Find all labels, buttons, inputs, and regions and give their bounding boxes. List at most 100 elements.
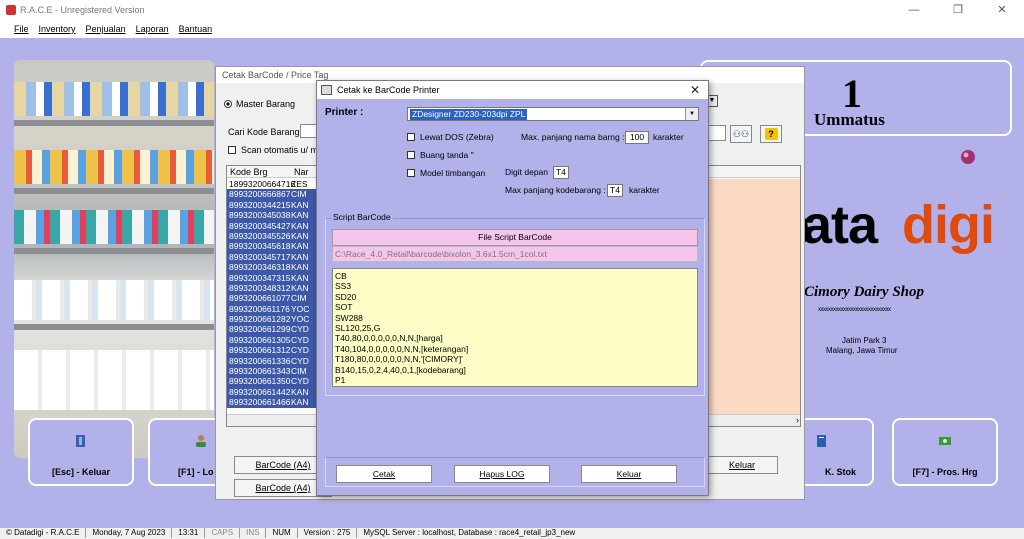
script-barcode-group: Script BarCode File Script BarCode C:\Ra… bbox=[325, 212, 705, 396]
table-row[interactable]: 8993200666867 CIM bbox=[227, 189, 327, 200]
f7-proses-harga-button[interactable]: [F7] - Pros. Hrg bbox=[892, 418, 998, 486]
table-row[interactable]: 8993200345526 KAN bbox=[227, 230, 327, 242]
table-row[interactable]: 8993200661077 CIM bbox=[227, 293, 327, 304]
table-row[interactable]: 8993200661305 CYD bbox=[227, 334, 327, 346]
script-line: T180,80,0,0,0,0,0,N,N,'[CIMORY]' bbox=[335, 354, 463, 365]
table-row[interactable]: 18993200664716 ZES bbox=[227, 179, 327, 190]
scan-otomatis-checkbox[interactable]: Scan otomatis u/ mas bbox=[228, 145, 328, 155]
table-row[interactable]: 8993200661343 CIM bbox=[227, 366, 327, 377]
pin-icon bbox=[961, 150, 975, 164]
max-nama-unit: karakter bbox=[653, 132, 684, 142]
table-row[interactable]: 8993200661299 CYD bbox=[227, 324, 327, 335]
row-nama: KAN bbox=[291, 272, 309, 283]
row-kode: 8993200345038 bbox=[229, 210, 291, 221]
cetak-button[interactable]: Cetak bbox=[336, 465, 432, 483]
table-row[interactable]: 8993200348312 KAN bbox=[227, 282, 327, 294]
table-row[interactable]: 8993200661176 YOC bbox=[227, 303, 327, 315]
datadigi-logo: ata digi bbox=[780, 188, 1016, 266]
row-kode: 8993200661176 bbox=[229, 303, 290, 314]
shop-tagline: xxxxxxxxxxxxxxxxxxxxxxxxxxxxx bbox=[818, 307, 891, 313]
row-kode: 8993200661442 bbox=[229, 386, 291, 397]
table-row[interactable]: 8993200661336 CYD bbox=[227, 355, 327, 367]
menu-bantuan[interactable]: Bantuan bbox=[179, 24, 213, 34]
row-kode: 8993200666867 bbox=[229, 189, 291, 200]
max-kode-input[interactable]: T4 bbox=[607, 184, 623, 197]
row-nama: KAN bbox=[291, 220, 309, 231]
row-kode: 8993200661350 bbox=[229, 376, 291, 387]
row-nama: YOC bbox=[291, 314, 310, 325]
list-rows: 18993200664716 ZES 8993200666867 CIM 8993200… bbox=[227, 179, 327, 408]
table-row[interactable]: 8993200661282 YOC bbox=[227, 314, 327, 325]
exit-door-icon bbox=[76, 435, 85, 447]
menu-penjualan[interactable]: Penjualan bbox=[86, 24, 126, 34]
row-nama: KAN bbox=[291, 230, 309, 241]
script-line: T40,104,0,0,0,0,0,N,N,[keterangan] bbox=[335, 343, 469, 354]
table-row[interactable]: 8993200345717 KAN bbox=[227, 251, 327, 263]
row-nama: ZES bbox=[291, 179, 308, 189]
table-row[interactable]: 8993200661350 CYD bbox=[227, 376, 327, 387]
menu-file[interactable]: File bbox=[14, 24, 29, 34]
table-row[interactable]: 8993200347315 KAN bbox=[227, 272, 327, 283]
minimize-button[interactable]: — bbox=[892, 0, 936, 20]
status-bar: © Datadigi - R.A.C.E Monday, 7 Aug 2023 13… bbox=[0, 528, 1024, 539]
dialog-close-icon[interactable]: ✕ bbox=[690, 83, 700, 97]
table-row[interactable]: 8993200345038 KAN bbox=[227, 210, 327, 221]
row-nama: KAN bbox=[291, 397, 309, 408]
col-kode-header[interactable]: Kode Brg bbox=[227, 166, 291, 177]
max-kode-unit: karakter bbox=[629, 185, 660, 195]
printer-select[interactable]: ZDesigner ZD230-203dpi ZPL ▼ bbox=[407, 107, 699, 121]
table-row[interactable]: 8993200345427 KAN bbox=[227, 220, 327, 231]
row-kode: 8993200344215 bbox=[229, 199, 291, 210]
book-icon bbox=[817, 435, 826, 447]
hapus-log-button[interactable]: Hapus LOG bbox=[454, 465, 550, 483]
address-line-2: Malang, Jawa Timur bbox=[826, 346, 898, 355]
close-button[interactable]: ✕ bbox=[980, 0, 1024, 20]
shelf-photo bbox=[14, 60, 214, 458]
row-kode: 8993200661466 bbox=[229, 397, 291, 408]
cari-kode-label: Cari Kode Barang : bbox=[228, 127, 305, 137]
script-textarea[interactable]: CB SS3 SD20 SOT SW288 SL120,25,G T40,80,0,0,0,… bbox=[332, 268, 698, 387]
menu-inventory[interactable]: Inventory bbox=[39, 24, 76, 34]
table-row[interactable]: 8993200661312 CYD bbox=[227, 345, 327, 356]
esc-keluar-button[interactable]: [Esc] - Keluar bbox=[28, 418, 134, 486]
row-nama: CYD bbox=[291, 324, 309, 335]
row-nama: KAN bbox=[291, 210, 309, 221]
master-barang-radio[interactable]: Master Barang bbox=[224, 99, 295, 109]
help-button[interactable]: ? bbox=[760, 125, 782, 143]
binoculars-search-button[interactable]: ⚇⚇ bbox=[730, 125, 752, 143]
status-item: Monday, 7 Aug 2023 bbox=[85, 528, 171, 538]
script-line: SS3 bbox=[335, 281, 352, 292]
lewat-dos-checkbox[interactable]: Lewat DOS (Zebra) bbox=[407, 132, 494, 142]
user-icon bbox=[196, 435, 206, 447]
table-row[interactable]: 8993200344215 KAN bbox=[227, 199, 327, 211]
table-row[interactable]: 8993200661442 KAN bbox=[227, 386, 327, 398]
table-row[interactable]: 8993200661466 KAN bbox=[227, 397, 327, 408]
status-item: NUM bbox=[265, 528, 296, 538]
digit-depan-input[interactable]: T4 bbox=[553, 166, 569, 179]
status-item: INS bbox=[239, 528, 265, 538]
chevron-down-icon[interactable]: ▼ bbox=[685, 108, 698, 120]
scroll-right-icon[interactable]: › bbox=[796, 415, 799, 426]
row-kode: 8993200661077 bbox=[229, 293, 291, 304]
buang-tanda-checkbox[interactable]: Buang tanda " bbox=[407, 150, 474, 160]
menu-laporan[interactable]: Laporan bbox=[136, 24, 169, 34]
row-nama: CYD bbox=[291, 376, 309, 387]
address-line-1: Jatim Park 3 bbox=[842, 336, 887, 345]
table-row[interactable]: 8993200345618 KAN bbox=[227, 241, 327, 252]
title-bar: R.A.C.E - Unregistered Version — ❐ ✕ bbox=[0, 0, 1024, 20]
restore-button[interactable]: ❐ bbox=[936, 0, 980, 20]
file-script-button[interactable]: File Script BarCode bbox=[332, 229, 698, 246]
dialog-button-bar: Cetak Hapus LOG Keluar bbox=[325, 457, 705, 487]
keluar-window-button[interactable]: Keluar bbox=[706, 456, 778, 474]
row-kode: 8993200345427 bbox=[229, 220, 291, 231]
table-row[interactable]: 8993200346318 KAN bbox=[227, 262, 327, 273]
max-nama-input[interactable]: 100 bbox=[625, 131, 649, 144]
row-nama: KAN bbox=[291, 251, 309, 262]
search-text-input[interactable] bbox=[706, 125, 726, 141]
dialog-title-bar: Cetak ke BarCode Printer ✕ bbox=[317, 81, 708, 99]
keluar-dialog-button[interactable]: Keluar bbox=[581, 465, 677, 483]
row-nama: KAN bbox=[291, 282, 309, 293]
price-column bbox=[709, 179, 800, 414]
app-icon bbox=[6, 5, 16, 15]
model-timbangan-checkbox[interactable]: Model timbangan bbox=[407, 168, 485, 178]
